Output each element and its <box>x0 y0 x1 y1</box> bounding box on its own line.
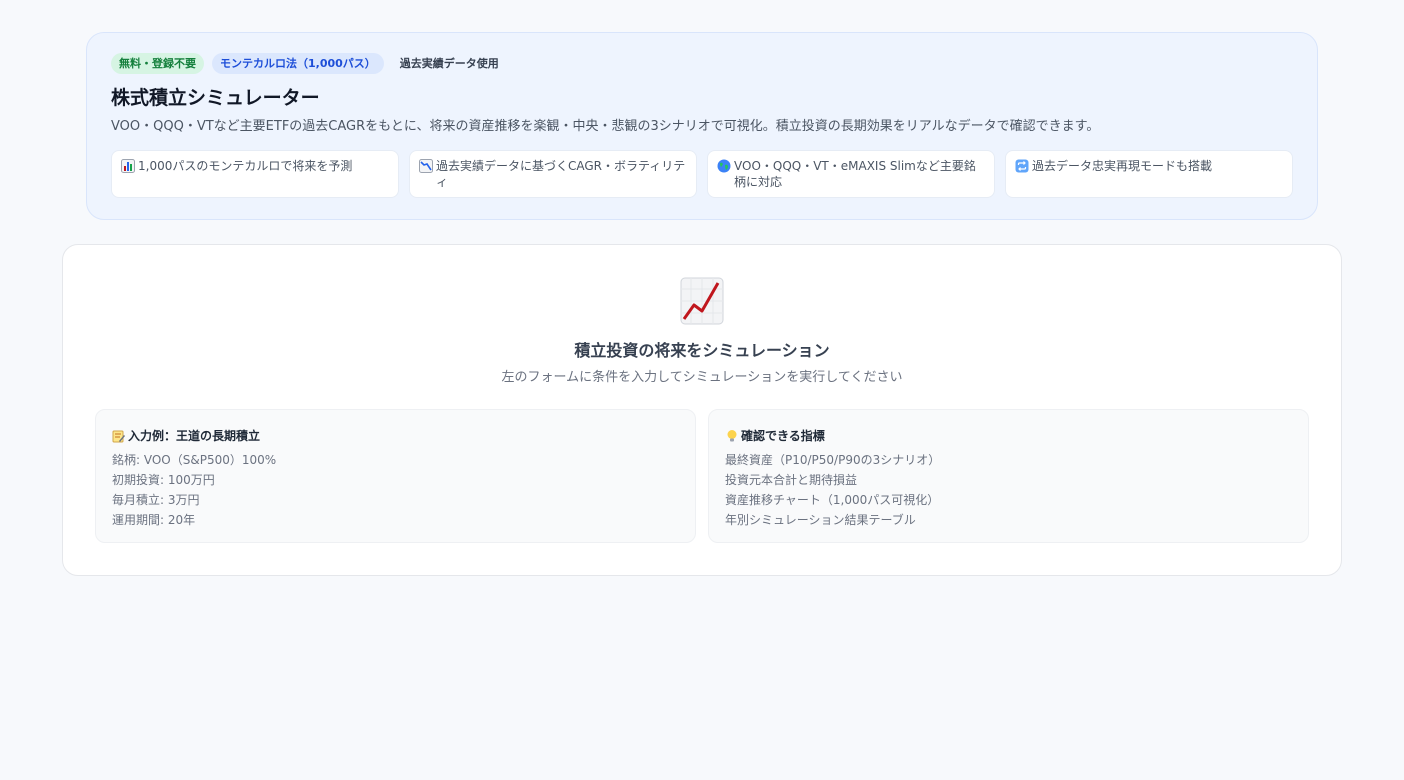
badge-row: 無料・登録不要 モンテカルロ法（1,000パス） 過去実績データ使用 <box>111 53 507 74</box>
input-example-list: 銘柄: VOO（S&P500）100% 初期投資: 100万円 毎月積立: 3万… <box>112 450 679 530</box>
feature-item-tickers: VOO・QQQ・VT・eMAXIS Slimなど主要銘柄に対応 <box>707 150 995 198</box>
repeat-icon <box>1015 159 1029 173</box>
list-item: 最終資産（P10/P50/P90の3シナリオ） <box>725 453 941 467</box>
feature-text: 1,000パスのモンテカルロで将来を予測 <box>138 159 353 173</box>
light-bulb-icon <box>727 429 737 441</box>
input-example-panel: 入力例：王道の長期積立 銘柄: VOO（S&P500）100% 初期投資: 10… <box>95 409 696 543</box>
page-description: VOO・QQQ・VTなど主要ETFの過去CAGRをもとに、将来の資産推移を楽観・… <box>111 119 1100 134</box>
feature-item-replay: 過去データ忠実再現モードも搭載 <box>1005 150 1293 198</box>
result-placeholder-card: 積立投資の将来をシミュレーション 左のフォームに条件を入力してシミュレーションを… <box>62 244 1342 576</box>
list-item: 毎月積立: 3万円 <box>112 493 200 507</box>
free-badge: 無料・登録不要 <box>111 53 204 74</box>
list-item: 銘柄: VOO（S&P500）100% <box>112 453 277 467</box>
feature-item-historical: 過去実績データに基づくCAGR・ボラティリティ <box>409 150 697 198</box>
feature-item-monte-carlo: 1,000パスのモンテカルロで将来を予測 <box>111 150 399 198</box>
bar-chart-icon <box>121 159 135 173</box>
globe-icon <box>717 159 731 173</box>
metrics-list: 最終資産（P10/P50/P90の3シナリオ） 投資元本合計と期待損益 資産推移… <box>725 450 1292 530</box>
input-example-title: 入力例：王道の長期積立 <box>128 428 261 443</box>
list-item: 投資元本合計と期待損益 <box>725 473 858 487</box>
metrics-title: 確認できる指標 <box>741 428 825 443</box>
simulator-header-card: 無料・登録不要 モンテカルロ法（1,000パス） 過去実績データ使用 株式積立シ… <box>86 32 1318 220</box>
feature-text: VOO・QQQ・VT・eMAXIS Slimなど主要銘柄に対応 <box>734 159 976 189</box>
list-item: 初期投資: 100万円 <box>112 473 215 487</box>
page-title: 株式積立シミュレーター <box>111 87 320 109</box>
feature-text: 過去実績データに基づくCAGR・ボラティリティ <box>436 159 686 189</box>
chart-increasing-icon <box>680 277 724 325</box>
input-example-heading: 入力例：王道の長期積立 <box>112 426 679 444</box>
metrics-heading: 確認できる指標 <box>725 426 1292 444</box>
list-item: 年別シミュレーション結果テーブル <box>725 513 916 527</box>
chart-decreasing-icon <box>419 159 433 173</box>
feature-list: 1,000パスのモンテカルロで将来を予測 過去実績データに基づくCAGR・ボラテ… <box>111 150 1293 198</box>
feature-text: 過去データ忠実再現モードも搭載 <box>1032 159 1213 173</box>
monte-carlo-badge: モンテカルロ法（1,000パス） <box>212 53 384 74</box>
historical-data-badge: 過去実績データ使用 <box>399 57 499 70</box>
memo-icon <box>112 430 125 442</box>
list-item: 資産推移チャート（1,000パス可視化） <box>725 493 940 507</box>
placeholder-subtitle: 左のフォームに条件を入力してシミュレーションを実行してください <box>501 370 903 385</box>
list-item: 運用期間: 20年 <box>112 513 196 527</box>
placeholder-title: 積立投資の将来をシミュレーション <box>574 341 830 360</box>
metrics-panel: 確認できる指標 最終資産（P10/P50/P90の3シナリオ） 投資元本合計と期… <box>708 409 1309 543</box>
